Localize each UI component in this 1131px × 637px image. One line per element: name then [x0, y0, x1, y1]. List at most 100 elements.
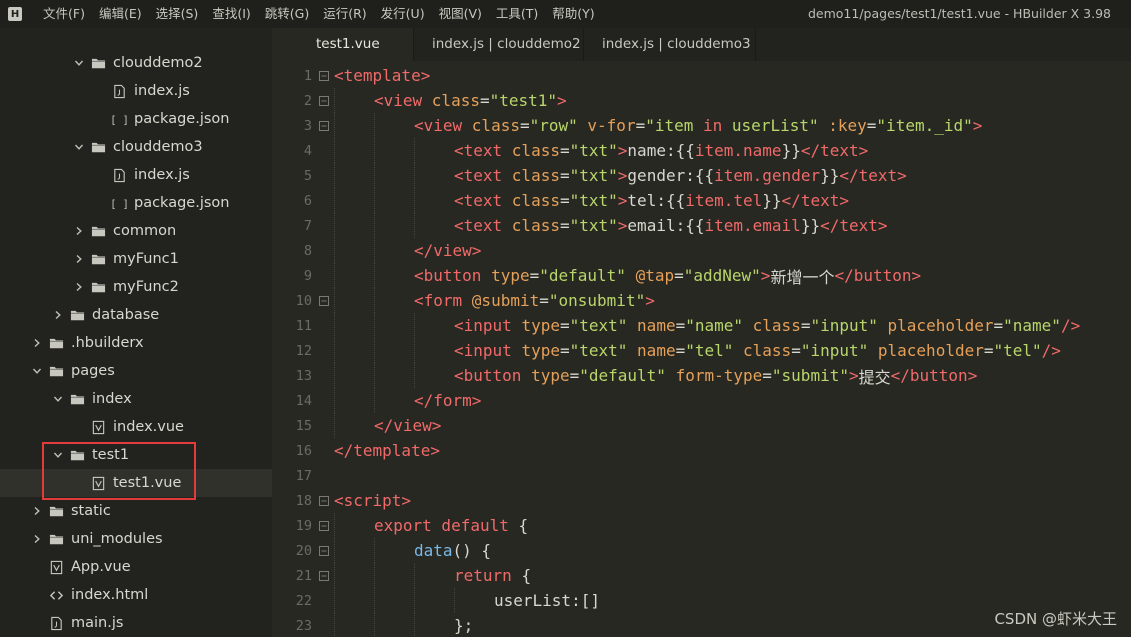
- tree-item-clouddemo2[interactable]: clouddemo2: [0, 49, 272, 77]
- tab-index-js-clouddemo3[interactable]: index.js | clouddemo3: [584, 28, 756, 61]
- tree-item-label: package.json: [134, 195, 230, 211]
- fold-toggle-icon[interactable]: [318, 295, 330, 307]
- code-token: =: [791, 341, 801, 360]
- folder-icon: [48, 363, 64, 379]
- line-number: 4: [303, 142, 312, 159]
- tab-index-js-clouddemo2[interactable]: index.js | clouddemo2: [414, 28, 584, 61]
- fold-toggle-icon[interactable]: [318, 495, 330, 507]
- code-line: 11 <input type = "text" name = "name" class = "…: [282, 313, 1131, 338]
- menu-run[interactable]: 运行(R): [316, 0, 373, 28]
- chevron-right-icon[interactable]: [72, 224, 86, 238]
- code-area[interactable]: 1 <template> 2 <view class = "test1" >3 <view c…: [282, 63, 1131, 637]
- indent-guide: [414, 313, 454, 338]
- tree-item-label: common: [113, 223, 177, 239]
- fold-toggle-icon[interactable]: [318, 520, 330, 532]
- chevron-down-icon[interactable]: [51, 392, 65, 406]
- code-token: =: [675, 316, 686, 335]
- indent-guide: [334, 163, 374, 188]
- menu-publish[interactable]: 发行(U): [374, 0, 432, 28]
- code-token: </view>: [414, 241, 482, 260]
- chevron-down-icon[interactable]: [30, 364, 44, 378]
- fold-toggle-icon[interactable]: [318, 570, 330, 582]
- code-token: >: [617, 216, 628, 235]
- code-token: >: [848, 366, 859, 385]
- tree-item-main-js[interactable]: main.js: [0, 609, 272, 637]
- tree-item-index-html[interactable]: index.html: [0, 581, 272, 609]
- code-token: <input: [454, 341, 522, 360]
- fold-toggle-icon[interactable]: [318, 95, 330, 107]
- tree-item-database[interactable]: database: [0, 301, 272, 329]
- tree-item-package-json[interactable]: [ ] package.json: [0, 189, 272, 217]
- file-icon: [90, 419, 106, 435]
- tree-item-common[interactable]: common: [0, 217, 272, 245]
- chevron-down-icon[interactable]: [72, 140, 86, 154]
- line-number: 5: [303, 167, 312, 184]
- code-token: >: [557, 91, 567, 110]
- line-number: 8: [303, 242, 312, 259]
- tree-item-clouddemo3[interactable]: clouddemo3: [0, 133, 272, 161]
- indent-guide: [374, 313, 414, 338]
- chevron-right-icon[interactable]: [30, 336, 44, 350]
- code-token: }}: [781, 141, 801, 160]
- code-token: userList:[]: [494, 591, 600, 610]
- tree-item-index-js[interactable]: index.js: [0, 77, 272, 105]
- chevron-right-icon[interactable]: [51, 308, 65, 322]
- folder-icon: [48, 503, 64, 519]
- tree-item-myfunc1[interactable]: myFunc1: [0, 245, 272, 273]
- line-number: 16: [295, 442, 312, 459]
- tree-item-myfunc2[interactable]: myFunc2: [0, 273, 272, 301]
- code-token: =: [762, 366, 772, 385]
- indent-guide: [374, 188, 414, 213]
- tree-item-test1[interactable]: test1: [0, 441, 272, 469]
- fold-toggle-icon[interactable]: [318, 120, 330, 132]
- code-token: type: [531, 366, 570, 385]
- chevron-right-icon[interactable]: [72, 252, 86, 266]
- code-token: =: [479, 91, 490, 110]
- indent-guide: [334, 588, 374, 613]
- code-token: >: [760, 266, 771, 285]
- indent-guide: [374, 338, 414, 363]
- indent-guide: [334, 88, 374, 113]
- code-token: class: [471, 116, 520, 135]
- tree-item-static[interactable]: static: [0, 497, 272, 525]
- tree-item-package-json[interactable]: [ ] package.json: [0, 105, 272, 133]
- tree-item-uni-modules[interactable]: uni_modules: [0, 525, 272, 553]
- indent-guide: [374, 163, 414, 188]
- tree-item-test1-vue[interactable]: test1.vue: [0, 469, 272, 497]
- code-token: item.tel: [685, 191, 763, 210]
- tree-item-index[interactable]: index: [0, 385, 272, 413]
- tree-item-pages[interactable]: pages: [0, 357, 272, 385]
- tree-item-hbuilderx[interactable]: .hbuilderx: [0, 329, 272, 357]
- code-token: }}: [800, 216, 821, 235]
- menu-file[interactable]: 文件(F): [36, 0, 92, 28]
- chevron-down-icon[interactable]: [72, 56, 86, 70]
- tree-item-label: index.js: [134, 167, 190, 183]
- tree-item-index-vue[interactable]: index.vue: [0, 413, 272, 441]
- tab-test1-vue[interactable]: test1.vue: [282, 28, 414, 61]
- fold-toggle-icon[interactable]: [318, 70, 330, 82]
- menu-edit[interactable]: 编辑(E): [92, 0, 149, 28]
- chevron-right-icon[interactable]: [30, 504, 44, 518]
- menu-select[interactable]: 选择(S): [149, 0, 206, 28]
- code-token: <text: [454, 141, 512, 160]
- chevron-right-icon[interactable]: [72, 280, 86, 294]
- fold-toggle-icon[interactable]: [318, 545, 330, 557]
- code-token: "tel": [993, 341, 1042, 360]
- code-token: =: [635, 116, 646, 135]
- tree-item-label: database: [92, 307, 160, 323]
- code-line: 3 <view class = "row" v-for = "item in userLi…: [282, 113, 1131, 138]
- menu-help[interactable]: 帮助(Y): [545, 0, 601, 28]
- menu-goto[interactable]: 跳转(G): [258, 0, 316, 28]
- menu-view[interactable]: 视图(V): [432, 0, 489, 28]
- line-number: 21: [295, 567, 312, 584]
- tree-item-app-vue[interactable]: App.vue: [0, 553, 272, 581]
- chevron-down-icon[interactable]: [51, 448, 65, 462]
- chevron-right-icon[interactable]: [30, 532, 44, 546]
- indent-guide: [414, 163, 454, 188]
- tree-item-index-js[interactable]: index.js: [0, 161, 272, 189]
- menu-find[interactable]: 查找(I): [205, 0, 257, 28]
- menu-tools[interactable]: 工具(T): [489, 0, 545, 28]
